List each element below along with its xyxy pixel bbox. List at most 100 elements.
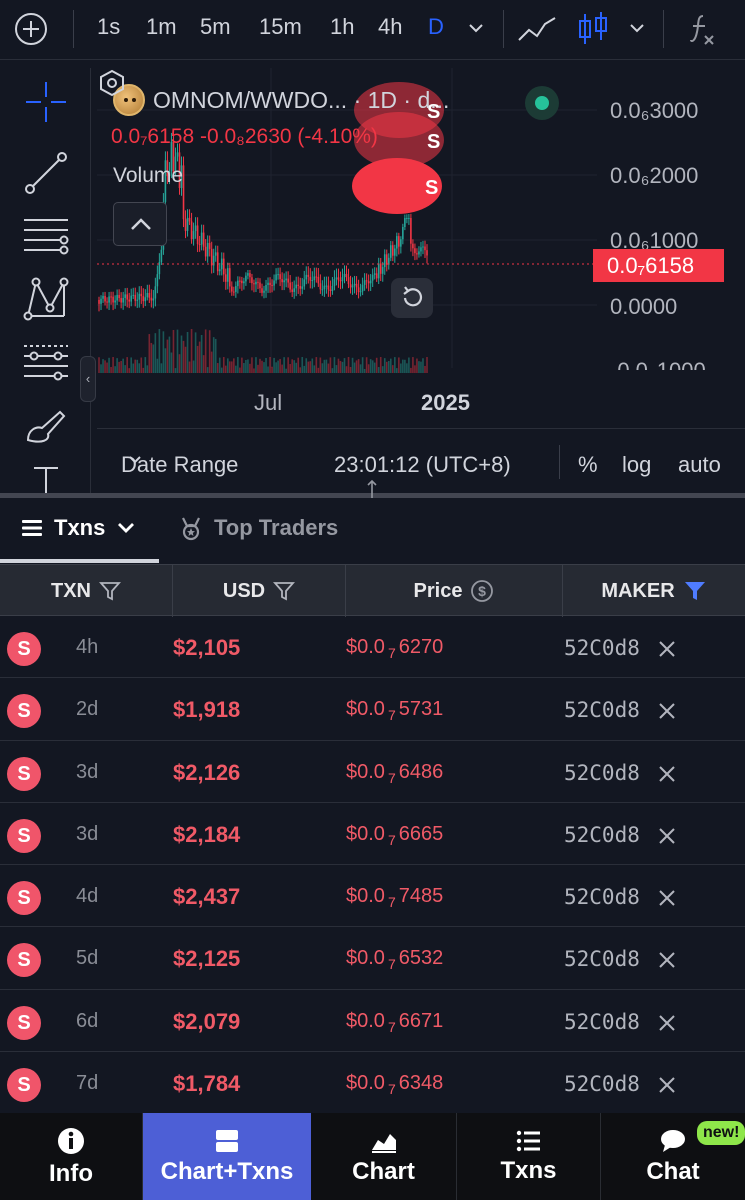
volume-bar — [212, 337, 215, 373]
header-maker[interactable]: MAKER — [563, 565, 745, 617]
chart-toolbar: 1s 1m 5m 15m 1h 4h D — [0, 0, 745, 60]
txn-maker[interactable]: 52C0d8 — [564, 761, 640, 785]
add-symbol-icon[interactable] — [13, 11, 49, 47]
volume-bar — [273, 357, 275, 373]
close-icon[interactable] — [656, 638, 678, 660]
volume-bar — [218, 357, 221, 373]
nav-txns[interactable]: Txns — [457, 1113, 600, 1200]
candle-body — [132, 294, 135, 296]
price-zero-count: 7 — [387, 769, 396, 786]
table-row[interactable]: S 3d $2,184 $0.0 7 6665 52C0d8 — [0, 803, 745, 866]
interval-15m[interactable]: 15m — [259, 14, 302, 40]
txns-table-header: TXN USD Price $ MAKER — [0, 564, 745, 617]
table-row[interactable]: S 6d $2,079 $0.0 7 6671 52C0d8 — [0, 990, 745, 1053]
candle-body — [100, 298, 102, 304]
candle-body — [345, 273, 348, 278]
volume-bar — [287, 357, 289, 373]
txn-maker[interactable]: 52C0d8 — [564, 1010, 640, 1034]
forecast-icon[interactable] — [20, 336, 72, 388]
text-tool-icon[interactable] — [20, 458, 72, 493]
nav-info[interactable]: Info — [0, 1113, 142, 1200]
candle-body — [231, 286, 233, 292]
tab-top-traders[interactable]: Top Traders — [178, 515, 338, 541]
volume-bar — [146, 365, 149, 373]
interval-5m[interactable]: 5m — [200, 14, 231, 40]
nav-chart[interactable]: Chart — [311, 1113, 456, 1200]
header-txn[interactable]: TXN — [0, 565, 173, 617]
txn-maker[interactable]: 52C0d8 — [564, 698, 640, 722]
clock[interactable]: 23:01:12 (UTC+8) — [334, 452, 511, 478]
fib-retracement-icon[interactable] — [20, 210, 72, 262]
line-chart-icon[interactable] — [515, 10, 559, 48]
txn-maker[interactable]: 52C0d8 — [564, 823, 640, 847]
header-usd[interactable]: USD — [173, 565, 346, 617]
candle-body — [295, 284, 298, 289]
crosshair-icon[interactable] — [20, 76, 72, 128]
brush-icon[interactable] — [20, 398, 72, 450]
txn-maker[interactable]: 52C0d8 — [564, 947, 640, 971]
date-range-selector[interactable]: Date Range — [121, 452, 238, 478]
volume-bar — [180, 335, 183, 373]
table-row[interactable]: S 3d $2,126 $0.0 7 6486 52C0d8 — [0, 741, 745, 803]
auto-scale-toggle[interactable]: auto — [678, 452, 721, 478]
chevron-down-icon — [129, 456, 141, 464]
trend-line-icon[interactable] — [20, 147, 72, 199]
nav-chart-txns[interactable]: Chart+Txns — [143, 1113, 311, 1200]
close-icon[interactable] — [656, 887, 678, 909]
txn-maker[interactable]: 52C0d8 — [564, 1072, 640, 1096]
header-price[interactable]: Price $ — [346, 565, 563, 617]
candle-body — [150, 297, 153, 301]
candle-body — [261, 288, 263, 293]
tab-txns[interactable]: Txns — [20, 515, 137, 541]
close-icon[interactable] — [656, 825, 678, 847]
candle-body — [190, 221, 193, 240]
interval-1m[interactable]: 1m — [146, 14, 177, 40]
close-icon[interactable] — [656, 1074, 678, 1096]
chevron-down-icon[interactable] — [627, 18, 647, 38]
close-icon[interactable] — [656, 763, 678, 785]
chevron-down-icon[interactable] — [466, 18, 486, 38]
interval-d[interactable]: D — [428, 14, 444, 40]
candles-icon[interactable] — [572, 10, 616, 48]
interval-4h[interactable]: 4h — [378, 14, 402, 40]
volume-bar — [365, 357, 368, 373]
chart-settings-icon[interactable] — [97, 68, 127, 98]
table-row[interactable]: S 7d $1,784 $0.0 7 6348 52C0d8 — [0, 1052, 745, 1115]
percent-scale-toggle[interactable]: % — [578, 452, 598, 478]
volume-bar — [178, 354, 181, 373]
indicators-icon[interactable] — [685, 10, 721, 48]
volume-bar — [150, 342, 153, 373]
volume-bar — [245, 359, 247, 373]
candle-body — [337, 277, 340, 281]
candle-body — [389, 245, 392, 258]
sell-badge: S — [7, 756, 41, 791]
candle-body — [275, 274, 277, 281]
interval-1s[interactable]: 1s — [97, 14, 120, 40]
volume-bar — [331, 368, 334, 373]
table-row[interactable]: S 2d $1,918 $0.0 7 5731 52C0d8 — [0, 678, 745, 741]
volume-bar — [394, 357, 396, 373]
collapse-legend-button[interactable] — [113, 202, 167, 246]
volume-bar — [319, 357, 322, 373]
log-scale-toggle[interactable]: log — [622, 452, 651, 478]
candle-body — [273, 280, 275, 286]
volume-bar — [371, 360, 374, 373]
price-chart[interactable]: SSS OMNOM/WWDO... · 1D · d... 0.0₇6158 -… — [97, 68, 745, 493]
table-row[interactable]: S 4h $2,105 $0.0 7 6270 52C0d8 — [0, 616, 745, 679]
pattern-icon[interactable] — [20, 272, 72, 324]
close-icon[interactable] — [656, 949, 678, 971]
interval-1h[interactable]: 1h — [330, 14, 354, 40]
volume-bar — [381, 366, 384, 373]
txn-maker[interactable]: 52C0d8 — [564, 636, 640, 660]
reset-view-button[interactable] — [391, 278, 433, 318]
candle-body — [307, 274, 310, 277]
candle-body — [140, 293, 143, 297]
table-row[interactable]: S 5d $2,125 $0.0 7 6532 52C0d8 — [0, 927, 745, 990]
pair-label[interactable]: OMNOM/WWDO... · 1D · d... — [153, 87, 449, 114]
collapse-drawing-toolbar-button[interactable]: ‹ — [80, 356, 96, 402]
txn-maker[interactable]: 52C0d8 — [564, 885, 640, 909]
volume-bar — [349, 366, 352, 373]
close-icon[interactable] — [656, 1012, 678, 1034]
table-row[interactable]: S 4d $2,437 $0.0 7 7485 52C0d8 — [0, 865, 745, 928]
close-icon[interactable] — [656, 700, 678, 722]
